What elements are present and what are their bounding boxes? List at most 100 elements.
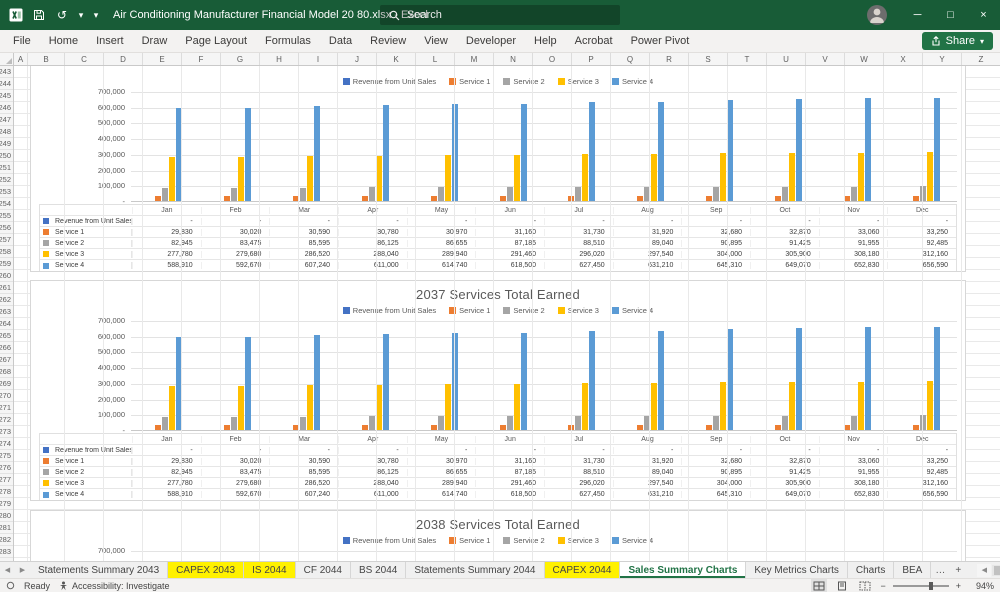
bar-service-1-apr[interactable]: [361, 425, 368, 430]
row-header-266[interactable]: 266: [0, 342, 13, 354]
bar-service-3-mar[interactable]: [307, 384, 314, 430]
bar-service-4-jul[interactable]: [589, 102, 596, 201]
row-header-243[interactable]: 243: [0, 66, 13, 78]
row-header-253[interactable]: 253: [0, 186, 13, 198]
bar-service-3-sep[interactable]: [720, 382, 727, 430]
ribbon-tab-developer[interactable]: Developer: [457, 30, 525, 52]
bar-service-2-jan[interactable]: [162, 416, 169, 430]
bar-service-2-jul[interactable]: [575, 416, 582, 430]
legend-item-service-2[interactable]: Service 2: [503, 77, 545, 86]
excel-app-icon[interactable]: [5, 3, 27, 27]
minimize-button[interactable]: ─: [901, 0, 934, 30]
row-header-257[interactable]: 257: [0, 234, 13, 246]
macro-record-icon[interactable]: [6, 581, 15, 590]
sheet-tab-charts[interactable]: Charts: [848, 562, 895, 578]
legend-item-revenue-from-unit-sales[interactable]: Revenue from Unit Sales: [342, 77, 436, 86]
ribbon-tab-file[interactable]: File: [4, 30, 40, 52]
bar-service-4-mar[interactable]: [314, 105, 321, 201]
column-header-d[interactable]: D: [104, 53, 143, 65]
bar-service-4-aug[interactable]: [658, 330, 665, 430]
cells-grid[interactable]: Revenue from Unit Sales Service 1 Service …: [14, 66, 1000, 561]
bar-service-2-feb[interactable]: [231, 416, 238, 430]
sheet-tab-statements-summary-2044[interactable]: Statements Summary 2044: [406, 562, 545, 578]
row-header-250[interactable]: 250: [0, 150, 13, 162]
legend-item-service-2[interactable]: Service 2: [503, 306, 545, 315]
ribbon-tab-insert[interactable]: Insert: [87, 30, 133, 52]
normal-view-button[interactable]: [811, 579, 828, 592]
row-header-245[interactable]: 245: [0, 90, 13, 102]
column-header-j[interactable]: J: [338, 53, 377, 65]
column-header-g[interactable]: G: [221, 53, 260, 65]
bar-service-1-sep[interactable]: [706, 424, 713, 430]
column-header-i[interactable]: I: [299, 53, 338, 65]
row-header-267[interactable]: 267: [0, 354, 13, 366]
bar-service-4-jun[interactable]: [520, 332, 527, 430]
column-header-t[interactable]: T: [728, 53, 767, 65]
row-header-256[interactable]: 256: [0, 222, 13, 234]
bar-service-1-jun[interactable]: [499, 425, 506, 430]
bar-service-1-feb[interactable]: [224, 425, 231, 430]
column-header-c[interactable]: C: [65, 53, 104, 65]
bar-service-3-jun[interactable]: [513, 384, 520, 430]
bar-service-4-nov[interactable]: [864, 98, 871, 201]
bar-service-4-dec[interactable]: [933, 326, 940, 430]
bar-service-4-jun[interactable]: [520, 103, 527, 201]
row-header-244[interactable]: 244: [0, 78, 13, 90]
column-header-x[interactable]: X: [884, 53, 923, 65]
row-header-265[interactable]: 265: [0, 330, 13, 342]
bar-service-4-aug[interactable]: [658, 101, 665, 201]
row-header-260[interactable]: 260: [0, 270, 13, 282]
bar-service-3-dec[interactable]: [926, 151, 933, 201]
column-header-b[interactable]: B: [28, 53, 65, 65]
row-header-273[interactable]: 273: [0, 426, 13, 438]
bar-service-2-apr[interactable]: [368, 187, 375, 201]
row-header-268[interactable]: 268: [0, 366, 13, 378]
column-header-q[interactable]: Q: [611, 53, 650, 65]
bar-service-2-mar[interactable]: [300, 187, 307, 201]
legend-item-service-2[interactable]: Service 2: [503, 536, 545, 545]
bar-service-2-oct[interactable]: [781, 186, 788, 201]
legend-item-service-1[interactable]: Service 1: [449, 536, 490, 545]
bar-service-2-jun[interactable]: [506, 416, 513, 430]
legend-item-revenue-from-unit-sales[interactable]: Revenue from Unit Sales: [342, 306, 436, 315]
row-header-279[interactable]: 279: [0, 498, 13, 510]
row-header-270[interactable]: 270: [0, 390, 13, 402]
scrollbar-thumb[interactable]: [994, 565, 1000, 575]
more-sheets-button[interactable]: …: [931, 562, 949, 578]
sheet-nav-left-icon[interactable]: ◀: [0, 562, 15, 578]
sheet-tab-sales-summary-charts[interactable]: Sales Summary Charts: [620, 562, 747, 578]
bar-service-3-oct[interactable]: [788, 381, 795, 430]
bar-service-1-dec[interactable]: [912, 424, 919, 430]
column-header-o[interactable]: O: [533, 53, 572, 65]
column-header-y[interactable]: Y: [923, 53, 962, 65]
ribbon-tab-help[interactable]: Help: [525, 30, 566, 52]
row-header-272[interactable]: 272: [0, 414, 13, 426]
row-header-251[interactable]: 251: [0, 162, 13, 174]
share-button[interactable]: Share ▾: [921, 32, 993, 50]
bar-service-2-jun[interactable]: [506, 187, 513, 201]
bar-service-3-aug[interactable]: [651, 383, 658, 430]
maximize-button[interactable]: □: [934, 0, 967, 30]
bar-service-2-nov[interactable]: [850, 415, 857, 430]
row-header-261[interactable]: 261: [0, 282, 13, 294]
bar-service-1-sep[interactable]: [706, 195, 713, 201]
scroll-left-icon[interactable]: ◀: [977, 563, 992, 577]
ribbon-tab-review[interactable]: Review: [361, 30, 415, 52]
bar-service-1-dec[interactable]: [912, 195, 919, 201]
column-header-k[interactable]: K: [377, 53, 416, 65]
chart-object-2038-services-total-earned[interactable]: 2038 Services Total Earned Revenue from U…: [30, 510, 966, 561]
row-header-247[interactable]: 247: [0, 114, 13, 126]
bar-service-2-apr[interactable]: [368, 416, 375, 430]
bar-service-3-jun[interactable]: [513, 155, 520, 201]
row-header-283[interactable]: 283: [0, 546, 13, 558]
bar-service-4-mar[interactable]: [314, 334, 321, 430]
sheet-nav-right-icon[interactable]: ▶: [15, 562, 30, 578]
column-header-z[interactable]: Z: [962, 53, 1000, 65]
sheet-tab-bea[interactable]: BEA: [894, 562, 932, 578]
column-header-w[interactable]: W: [845, 53, 884, 65]
bar-service-1-oct[interactable]: [774, 195, 781, 201]
legend-item-service-4[interactable]: Service 4: [611, 536, 653, 545]
bar-service-3-nov[interactable]: [857, 381, 864, 430]
bar-service-3-dec[interactable]: [926, 380, 933, 430]
bar-service-3-may[interactable]: [444, 384, 451, 430]
